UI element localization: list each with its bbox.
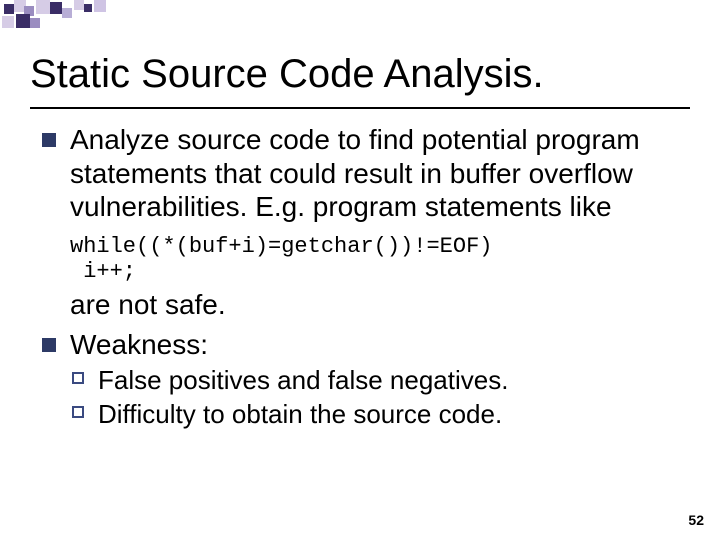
decor-square xyxy=(74,0,84,10)
bullet-text: Weakness: xyxy=(70,328,672,362)
decor-square xyxy=(4,4,14,14)
sub-text: False positives and false negatives. xyxy=(98,364,672,397)
sub-item: Difficulty to obtain the source code. xyxy=(98,398,672,431)
slide: Static Source Code Analysis. Analyze sou… xyxy=(0,0,720,540)
decor-square xyxy=(84,4,92,12)
decor-square xyxy=(30,18,40,28)
square-bullet-icon xyxy=(42,133,56,147)
slide-title: Static Source Code Analysis. xyxy=(30,52,690,97)
bullet-trailing: are not safe. xyxy=(70,288,672,322)
bullet-item: Analyze source code to find potential pr… xyxy=(70,123,672,322)
corner-decoration xyxy=(0,0,150,30)
body: Analyze source code to find potential pr… xyxy=(0,109,720,431)
hollow-square-bullet-icon xyxy=(72,372,84,384)
sub-list: False positives and false negatives. Dif… xyxy=(70,364,672,431)
decor-square xyxy=(2,16,14,28)
decor-square xyxy=(62,8,72,18)
decor-square xyxy=(50,2,62,14)
decor-square xyxy=(16,14,30,28)
decor-square xyxy=(36,0,50,14)
decor-square xyxy=(94,0,106,12)
sub-text: Difficulty to obtain the source code. xyxy=(98,398,672,431)
code-block: while((*(buf+i)=getchar())!=EOF) i++; xyxy=(70,234,672,285)
hollow-square-bullet-icon xyxy=(72,406,84,418)
square-bullet-icon xyxy=(42,338,56,352)
bullet-item: Weakness: False positives and false nega… xyxy=(70,328,672,431)
bullet-text: Analyze source code to find potential pr… xyxy=(70,123,672,224)
page-number: 52 xyxy=(688,512,704,528)
sub-item: False positives and false negatives. xyxy=(98,364,672,397)
